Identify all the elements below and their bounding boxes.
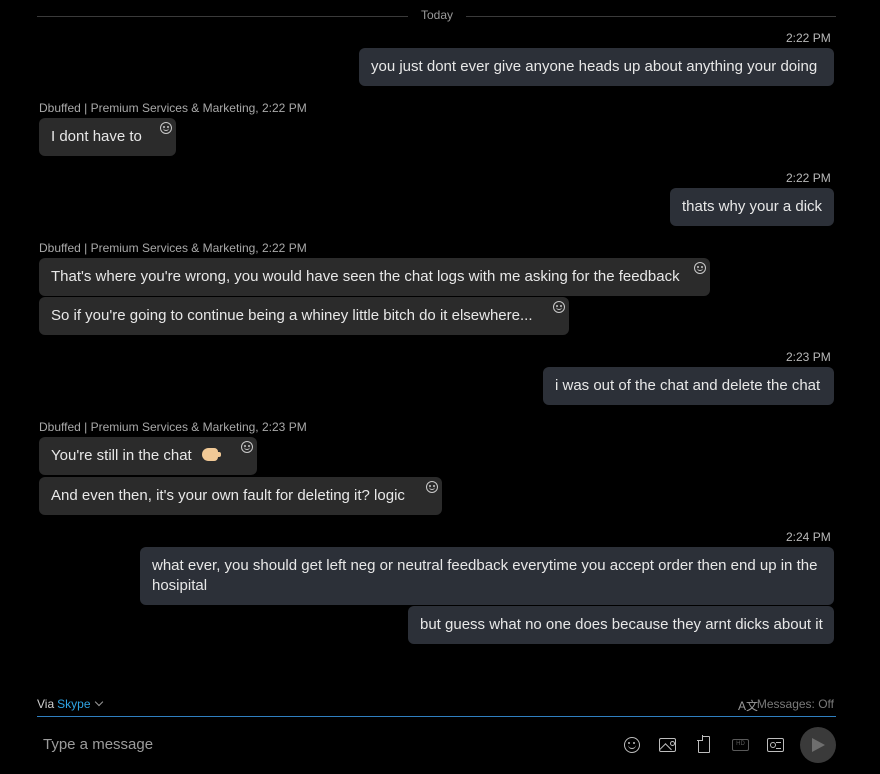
divider-line-right: [466, 16, 836, 17]
messages-translation-status[interactable]: Messages: Off: [757, 697, 834, 711]
message-timestamp: 2:24 PM: [786, 530, 831, 544]
outgoing-message[interactable]: i was out of the chat and delete the cha…: [543, 367, 834, 405]
emoji-icon[interactable]: [624, 737, 640, 753]
translate-icon-glyph: A文: [738, 699, 759, 713]
message-timestamp: 2:23 PM: [786, 350, 831, 364]
via-service: Skype: [57, 697, 91, 711]
message-text: You're still in the chat: [51, 447, 192, 464]
video-message-icon[interactable]: HD: [732, 739, 749, 751]
message-sender: Dbuffed | Premium Services & Marketing, …: [39, 241, 307, 255]
divider-line-left: [37, 16, 408, 17]
incoming-message[interactable]: I dont have to: [39, 118, 176, 156]
image-icon[interactable]: [659, 738, 676, 752]
message-timestamp: 2:22 PM: [262, 241, 307, 255]
message-sender: Dbuffed | Premium Services & Marketing, …: [39, 420, 307, 434]
outgoing-message[interactable]: what ever, you should get left neg or ne…: [140, 547, 834, 605]
add-reaction-icon[interactable]: [426, 481, 438, 493]
incoming-message[interactable]: That's where you're wrong, you would hav…: [39, 258, 710, 296]
add-reaction-icon[interactable]: [553, 301, 565, 313]
outgoing-message[interactable]: thats why your a dick: [670, 188, 834, 226]
add-reaction-icon[interactable]: [241, 441, 253, 453]
outgoing-message[interactable]: you just dont ever give anyone heads up …: [359, 48, 834, 86]
message-timestamp: 2:23 PM: [262, 420, 307, 434]
incoming-message[interactable]: So if you're going to continue being a w…: [39, 297, 569, 335]
translate-icon[interactable]: A文: [738, 697, 758, 714]
message-timestamp: 2:22 PM: [262, 101, 307, 115]
via-skype-selector[interactable]: Via Skype: [37, 697, 103, 711]
chevron-down-icon: [94, 697, 103, 707]
via-label: Via: [37, 697, 55, 711]
sender-name: Dbuffed | Premium Services & Marketing,: [39, 101, 259, 115]
message-timestamp: 2:22 PM: [786, 171, 831, 185]
message-sender: Dbuffed | Premium Services & Marketing, …: [39, 101, 307, 115]
day-divider: Today: [420, 8, 454, 22]
pointing-hand-emoji-icon: [201, 448, 221, 461]
send-button[interactable]: [800, 727, 836, 763]
sender-name: Dbuffed | Premium Services & Marketing,: [39, 241, 259, 255]
add-reaction-icon[interactable]: [694, 262, 706, 274]
add-reaction-icon[interactable]: [160, 122, 172, 134]
message-input[interactable]: [43, 736, 583, 753]
file-icon[interactable]: [697, 735, 710, 753]
incoming-message[interactable]: And even then, it's your own fault for d…: [39, 477, 442, 515]
outgoing-message[interactable]: but guess what no one does because they …: [408, 606, 834, 644]
sender-name: Dbuffed | Premium Services & Marketing,: [39, 420, 259, 434]
incoming-message[interactable]: You're still in the chat: [39, 437, 257, 475]
contact-card-icon[interactable]: [767, 738, 784, 752]
message-timestamp: 2:22 PM: [786, 31, 831, 45]
composer-divider: [37, 716, 836, 717]
